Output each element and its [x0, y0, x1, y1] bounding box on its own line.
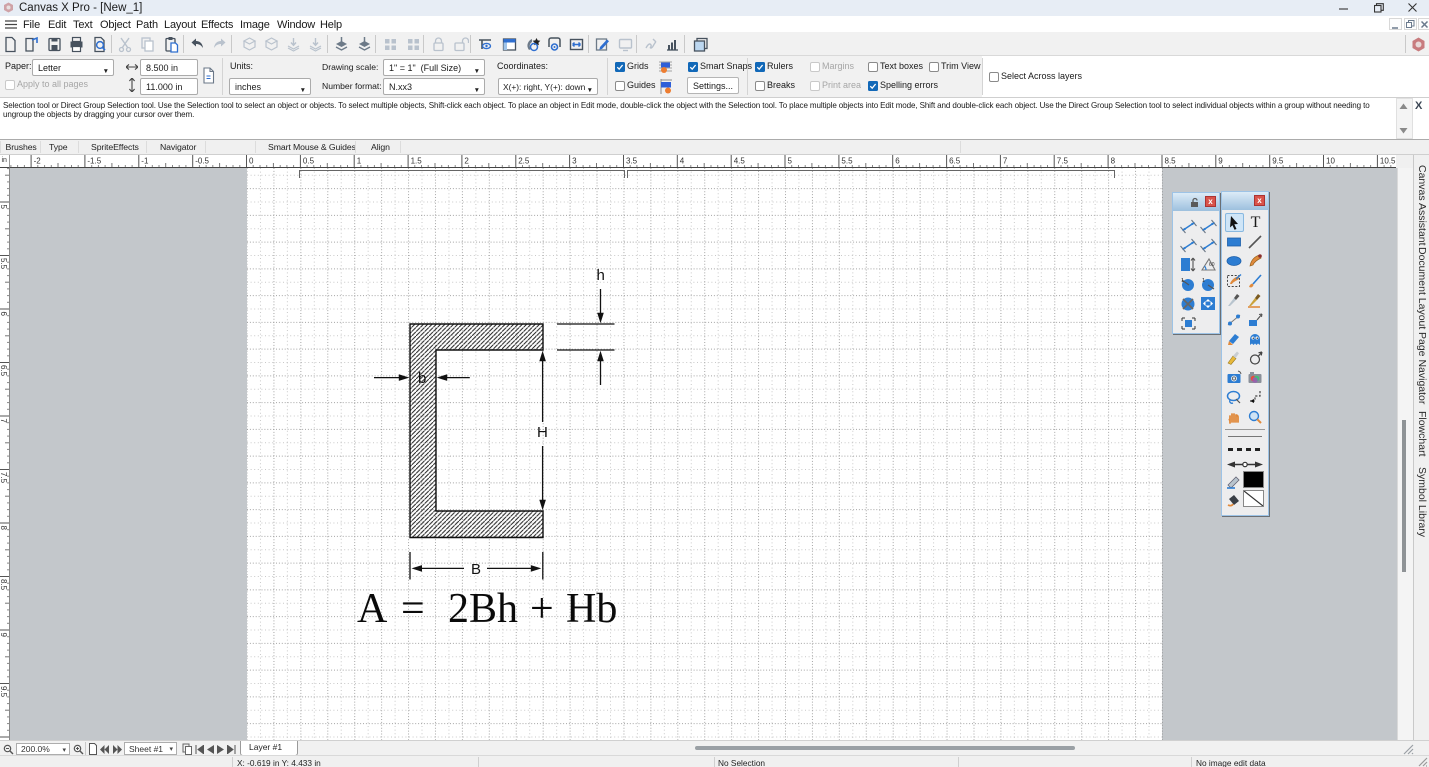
svg-text:-1.5: -1.5	[87, 157, 101, 166]
svg-text:7.5: 7.5	[1057, 157, 1069, 166]
svg-text:4.5: 4.5	[734, 157, 746, 166]
svg-text:-2: -2	[34, 157, 42, 166]
svg-text:10: 10	[1326, 157, 1335, 166]
svg-text:0.5: 0.5	[303, 157, 315, 166]
svg-text:1: 1	[357, 157, 362, 166]
svg-text:9.5: 9.5	[0, 686, 8, 698]
svg-text:5.5: 5.5	[841, 157, 853, 166]
svg-text:9: 9	[1218, 157, 1223, 166]
svg-text:2: 2	[464, 157, 469, 166]
svg-text:8: 8	[0, 526, 8, 531]
svg-text:2.5: 2.5	[518, 157, 530, 166]
svg-text:B: B	[471, 561, 481, 578]
svg-text:H: H	[537, 424, 548, 441]
svg-text:-1: -1	[141, 157, 149, 166]
svg-text:7.5: 7.5	[0, 472, 8, 484]
svg-text:0: 0	[249, 157, 254, 166]
svg-text:6.5: 6.5	[949, 157, 961, 166]
svg-text:6: 6	[895, 157, 900, 166]
svg-text:8.5: 8.5	[0, 579, 8, 591]
svg-text:8.5: 8.5	[1165, 157, 1177, 166]
svg-text:6: 6	[0, 312, 8, 317]
svg-text:4: 4	[680, 157, 685, 166]
svg-text:1.5: 1.5	[411, 157, 423, 166]
svg-text:5: 5	[0, 205, 8, 210]
svg-text:7: 7	[0, 419, 8, 424]
svg-text:5.5: 5.5	[0, 258, 8, 270]
svg-text:10.5: 10.5	[1380, 157, 1396, 166]
svg-text:9.5: 9.5	[1272, 157, 1284, 166]
svg-text:3.5: 3.5	[626, 157, 638, 166]
svg-text:b: b	[418, 370, 426, 387]
svg-text:9: 9	[0, 633, 8, 638]
svg-text:8: 8	[1111, 157, 1116, 166]
svg-text:1: 1	[1202, 278, 1205, 284]
svg-text:h: h	[597, 267, 605, 284]
svg-text:-0.5: -0.5	[195, 157, 209, 166]
svg-text:3: 3	[572, 157, 577, 166]
svg-text:7: 7	[1003, 157, 1008, 166]
svg-text:60: 60	[1209, 262, 1215, 268]
svg-text:1: 1	[1181, 278, 1184, 284]
svg-text:6.5: 6.5	[0, 365, 8, 377]
svg-text:5: 5	[788, 157, 793, 166]
